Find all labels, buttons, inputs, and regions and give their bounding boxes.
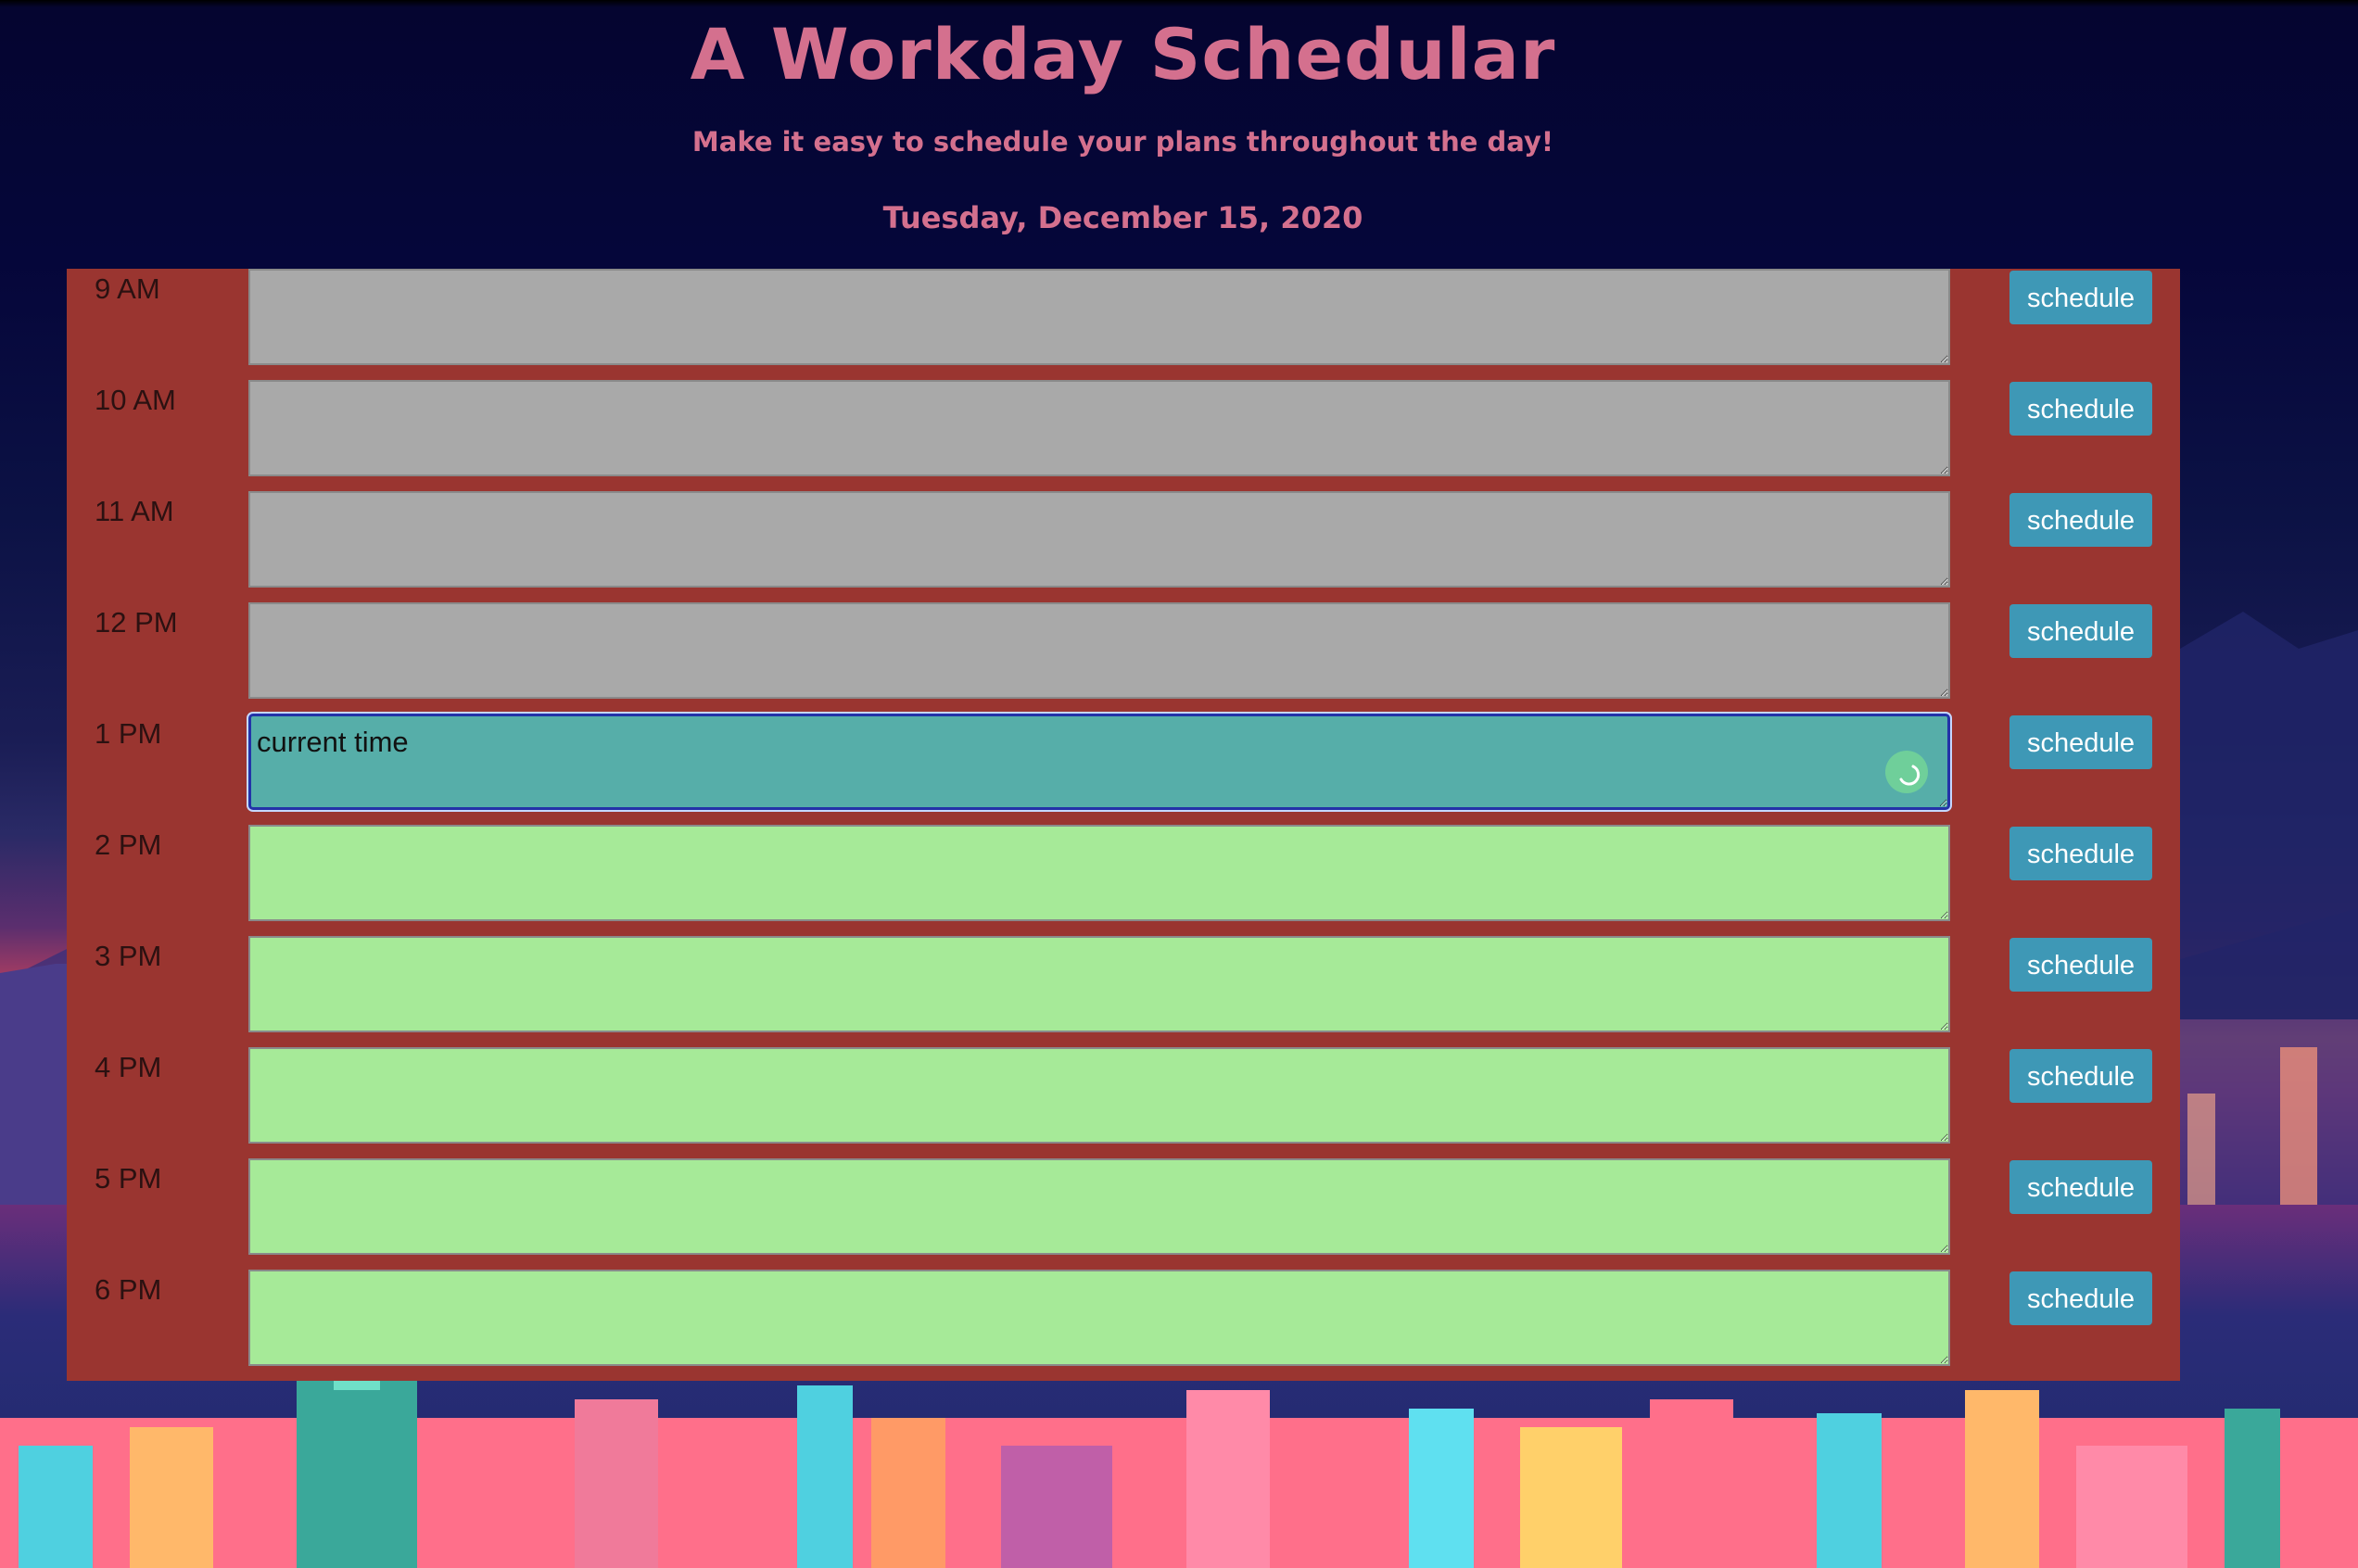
time-block: 3 PM schedule: [67, 936, 2180, 1034]
task-textarea[interactable]: [248, 1158, 1950, 1255]
hour-label: 4 PM: [95, 1051, 162, 1083]
task-textarea[interactable]: [248, 380, 1950, 476]
current-date: Tuesday, December 15, 2020: [882, 200, 1363, 235]
schedule-button[interactable]: schedule: [2009, 827, 2152, 880]
schedule-button[interactable]: schedule: [2009, 271, 2152, 324]
time-block: 4 PM schedule: [67, 1047, 2180, 1145]
hour-label: 11 AM: [95, 495, 174, 527]
time-block: 9 AM schedule: [67, 269, 2180, 367]
schedule-button[interactable]: schedule: [2009, 382, 2152, 436]
time-block: 6 PM schedule: [67, 1270, 2180, 1368]
loading-spinner-icon: [1885, 751, 1928, 793]
time-block: 11 AM schedule: [67, 491, 2180, 589]
hour-label: 3 PM: [95, 940, 162, 972]
schedule-button[interactable]: schedule: [2009, 715, 2152, 769]
schedule-button[interactable]: schedule: [2009, 1160, 2152, 1214]
task-textarea[interactable]: [248, 602, 1950, 699]
task-textarea[interactable]: [248, 269, 1950, 365]
hour-label: 5 PM: [95, 1162, 162, 1195]
schedule-button[interactable]: schedule: [2009, 938, 2152, 992]
page-title: A Workday Schedular: [690, 13, 1556, 95]
schedule-button[interactable]: schedule: [2009, 1049, 2152, 1103]
hour-label: 9 AM: [95, 272, 160, 305]
task-textarea[interactable]: [248, 825, 1950, 921]
scheduler-container: 9 AM schedule 10 AM schedule 11 AM schedule 12…: [67, 269, 2180, 1381]
task-textarea[interactable]: [248, 491, 1950, 588]
task-textarea[interactable]: [248, 714, 1950, 810]
schedule-button[interactable]: schedule: [2009, 493, 2152, 547]
time-block: 5 PM schedule: [67, 1158, 2180, 1257]
hour-label: 10 AM: [95, 384, 176, 416]
hour-label: 1 PM: [95, 717, 162, 750]
time-block: 10 AM schedule: [67, 380, 2180, 478]
task-textarea[interactable]: [248, 1047, 1950, 1144]
page-subtitle: Make it easy to schedule your plans thro…: [691, 126, 1554, 158]
time-block: 1 PM schedule: [67, 714, 2180, 812]
hour-label: 6 PM: [95, 1273, 162, 1306]
time-block: 12 PM schedule: [67, 602, 2180, 701]
schedule-button[interactable]: schedule: [2009, 1271, 2152, 1325]
schedule-button[interactable]: schedule: [2009, 604, 2152, 658]
hour-label: 12 PM: [95, 606, 178, 639]
hour-label: 2 PM: [95, 828, 162, 861]
task-textarea[interactable]: [248, 936, 1950, 1032]
time-block: 2 PM schedule: [67, 825, 2180, 923]
task-textarea[interactable]: [248, 1270, 1950, 1366]
